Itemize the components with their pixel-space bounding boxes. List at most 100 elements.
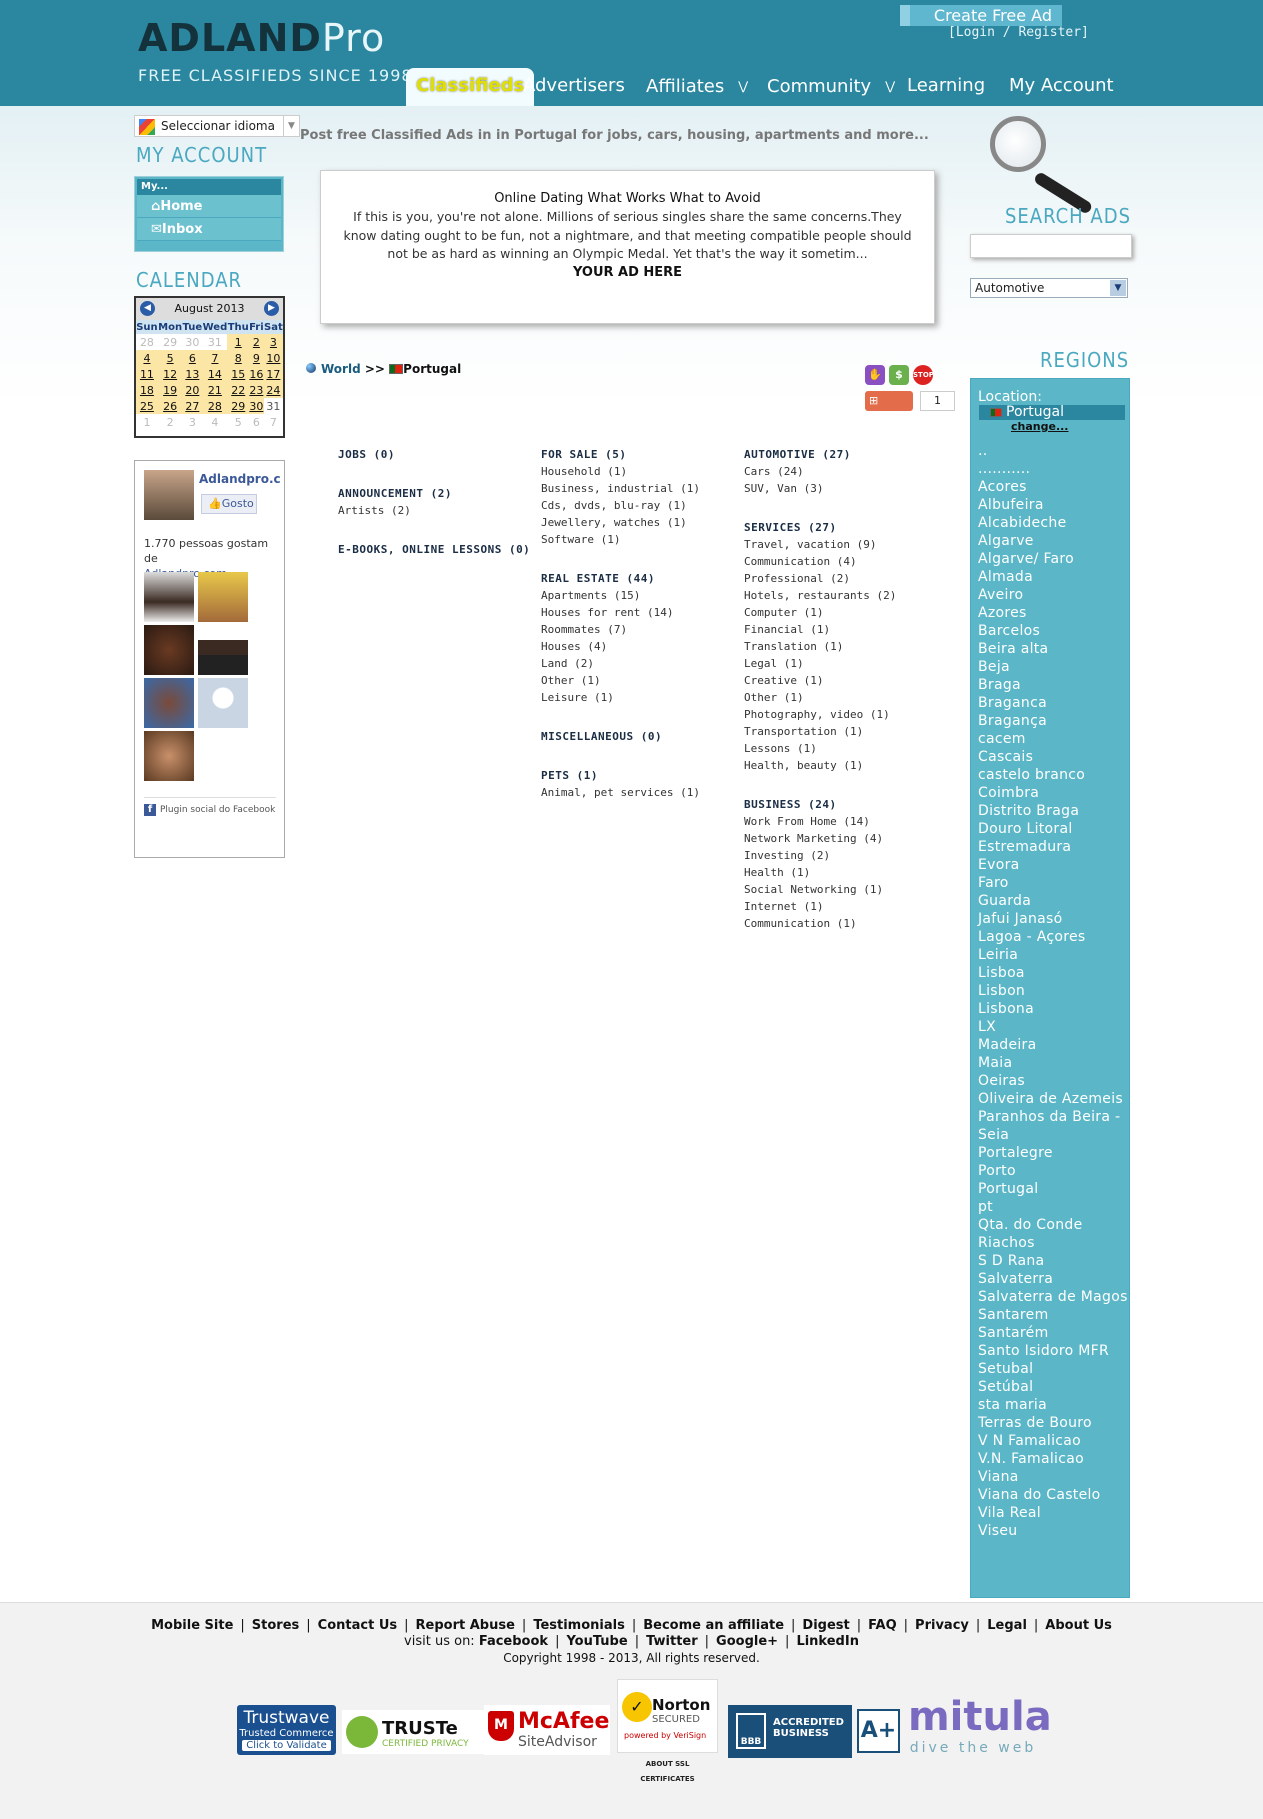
region-link[interactable]: ........... [978,460,1129,478]
bbb-badge[interactable]: BBB ACCREDITED BUSINESS [728,1705,852,1758]
subcategory-link[interactable]: Computer (1) [744,606,896,623]
region-link[interactable]: Lagoa - Açores [978,928,1129,946]
subcategory-link[interactable]: Other (1) [744,691,896,708]
region-link[interactable]: Lisbona [978,1000,1129,1018]
facebook-like-button[interactable]: 👍Gosto [201,494,257,514]
region-link[interactable]: Santo Isidoro MFR [978,1342,1129,1360]
share-button[interactable]: ⊞ Share [865,391,913,427]
footer-link[interactable]: Contact Us [318,1618,397,1633]
tab-advertisers[interactable]: Advertisers [523,68,625,106]
calendar-day[interactable]: 23 [248,382,264,398]
login-register-link[interactable]: [Login / Register] [948,25,1089,40]
region-link[interactable]: Qta. do Conde [978,1216,1129,1234]
subcategory-link[interactable]: Houses (4) [541,640,673,657]
calendar-day[interactable]: 4 [136,350,158,366]
region-link[interactable]: .. [978,442,1129,460]
facebook-plugin-label[interactable]: f Plugin social do Facebook [144,797,276,816]
ssl-certificates-link[interactable]: ABOUT SSL CERTIFICATES [617,1757,718,1787]
subcategory-link[interactable]: Communication (1) [744,917,883,934]
subcategory-link[interactable]: Professional (2) [744,572,896,589]
region-link[interactable]: Aveiro [978,586,1129,604]
subcategory-link[interactable]: Cars (24) [744,465,851,482]
region-link[interactable]: Oeiras [978,1072,1129,1090]
subcategory-link[interactable]: Investing (2) [744,849,883,866]
stop-icon[interactable]: STOP [913,365,934,385]
region-link[interactable]: Algarve/ Faro [978,550,1129,568]
subcategory-link[interactable]: Cds, dvds, blu-ray (1) [541,499,700,516]
footer-link[interactable]: Mobile Site [151,1618,233,1633]
subcategory-link[interactable]: Internet (1) [744,900,883,917]
region-link[interactable]: V N Famalicao [978,1432,1129,1450]
subcategory-link[interactable]: Legal (1) [744,657,896,674]
calendar-day[interactable]: 16 [248,366,264,382]
subcategory-link[interactable]: Financial (1) [744,623,896,640]
subcategory-link[interactable]: Social Networking (1) [744,883,883,900]
subcategory-link[interactable]: Translation (1) [744,640,896,657]
region-link[interactable]: Braganca [978,694,1129,712]
region-link[interactable]: cacem [978,730,1129,748]
truste-badge[interactable]: TRUSTe CERTIFIED PRIVACY [342,1710,484,1754]
hand-icon[interactable]: ✋ [865,365,885,385]
footer-link[interactable]: FAQ [868,1618,897,1633]
region-link[interactable]: Coimbra [978,784,1129,802]
region-link[interactable]: Azores [978,604,1129,622]
tab-my-account[interactable]: My Account [1009,68,1114,106]
footer-link[interactable]: About Us [1045,1618,1112,1633]
region-link[interactable]: Santarém [978,1324,1129,1342]
subcategory-link[interactable]: SUV, Van (3) [744,482,851,499]
subcategory-link[interactable]: Other (1) [541,674,673,691]
page-avatar[interactable] [144,470,194,520]
footer-link[interactable]: Become an affiliate [643,1618,784,1633]
subcategory-link[interactable]: Leisure (1) [541,691,673,708]
calendar-day[interactable]: 19 [157,382,183,398]
region-link[interactable]: Madeira [978,1036,1129,1054]
social-link[interactable]: Facebook [479,1634,548,1649]
region-link[interactable]: Portugal [978,1180,1129,1198]
region-link[interactable]: Albufeira [978,496,1129,514]
region-link[interactable]: Lisbon [978,982,1129,1000]
prev-month-icon[interactable]: ◀ [140,301,155,316]
region-link[interactable]: Lisboa [978,964,1129,982]
subcategory-link[interactable]: Work From Home (14) [744,815,883,832]
region-link[interactable]: pt [978,1198,1129,1216]
next-month-icon[interactable]: ▶ [264,301,279,316]
norton-badge[interactable]: ✓ Norton SECURED powered by VeriSign [617,1679,718,1753]
footer-link[interactable]: Privacy [915,1618,969,1633]
subcategory-link[interactable]: Houses for rent (14) [541,606,673,623]
mitula-logo[interactable]: mitula dive the web [908,1694,1052,1764]
calendar-day[interactable]: 15 [227,366,249,382]
subcategory-link[interactable]: Hotels, restaurants (2) [744,589,896,606]
subcategory-link[interactable]: Apartments (15) [541,589,673,606]
category-heading[interactable]: JOBS (0) [338,448,395,465]
subcategory-link[interactable]: Jewellery, watches (1) [541,516,700,533]
region-link[interactable]: Distrito Braga [978,802,1129,820]
calendar-day[interactable]: 24 [263,382,283,398]
calendar-day[interactable]: 28 [202,398,228,414]
region-link[interactable]: Leiria [978,946,1129,964]
calendar-day[interactable]: 30 [248,398,264,414]
calendar-day[interactable]: 22 [227,382,249,398]
calendar-day[interactable]: 18 [136,382,158,398]
calendar-day[interactable]: 17 [263,366,283,382]
region-link[interactable]: Jafui Janasó [978,910,1129,928]
calendar-day[interactable]: 3 [263,334,283,350]
subcategory-link[interactable]: Software (1) [541,533,700,550]
region-link[interactable]: Cascais [978,748,1129,766]
calendar-day[interactable]: 10 [263,350,283,366]
dollar-icon[interactable]: $ [889,365,909,385]
region-link[interactable]: Beja [978,658,1129,676]
fan-avatar[interactable] [144,625,194,675]
category-heading[interactable]: ANNOUNCEMENT (2) [338,487,452,504]
region-link[interactable]: castelo branco [978,766,1129,784]
footer-link[interactable]: Digest [802,1618,849,1633]
subcategory-link[interactable]: Health, beauty (1) [744,759,896,776]
region-link[interactable]: Braga [978,676,1129,694]
breadcrumb-world[interactable]: World [321,362,361,376]
region-link[interactable]: Maia [978,1054,1129,1072]
category-heading[interactable]: PETS (1) [541,769,700,786]
subcategory-link[interactable]: Land (2) [541,657,673,674]
region-link[interactable]: Santarem [978,1306,1129,1324]
region-link[interactable]: Evora [978,856,1129,874]
inbox-link[interactable]: ✉Inbox [137,218,281,241]
fan-avatar[interactable] [144,572,194,622]
